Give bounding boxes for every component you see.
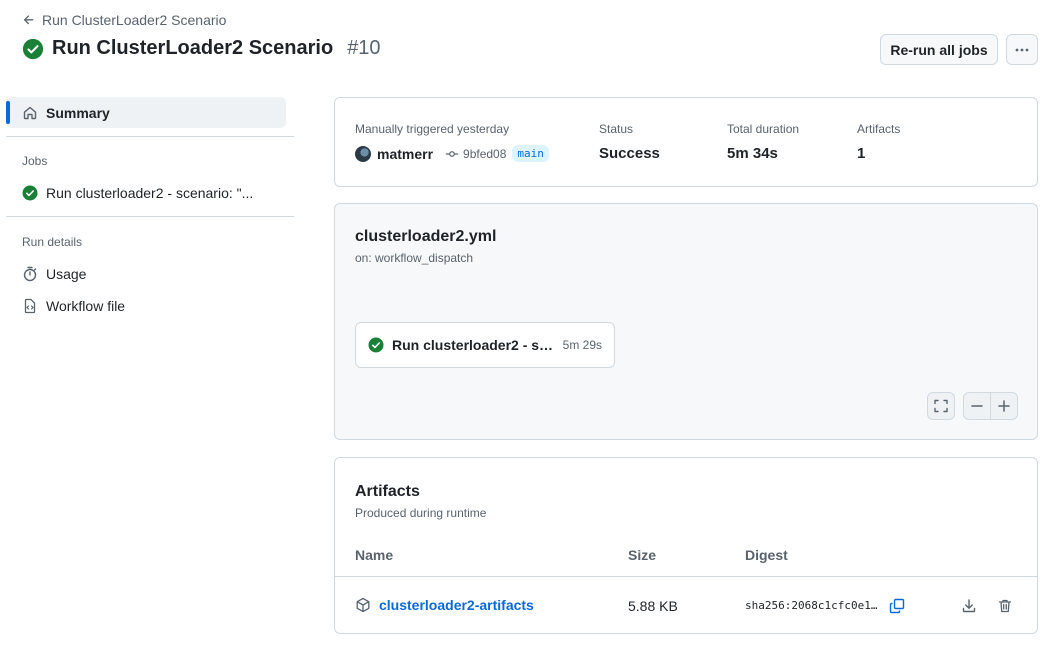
sidebar-item-usage[interactable]: Usage <box>22 266 86 282</box>
run-number: #10 <box>347 37 381 59</box>
duration-value: 5m 34s <box>727 145 778 162</box>
artifacts-count-value: 1 <box>857 145 866 162</box>
git-commit-icon <box>445 150 459 157</box>
copy-digest-button[interactable] <box>886 595 908 617</box>
stopwatch-icon <box>23 266 37 282</box>
column-header-size: Size <box>628 547 657 563</box>
success-check-icon <box>22 185 38 201</box>
copy-icon <box>889 598 905 614</box>
page-title: Run ClusterLoader2 Scenario <box>52 37 334 59</box>
trigger-info: matmerr 9bfed08 main <box>355 145 549 162</box>
artifacts-subtitle: Produced during runtime <box>355 506 487 520</box>
file-code-icon <box>24 298 36 314</box>
screen-full-icon <box>934 399 948 413</box>
workflow-file-name: clusterloader2.yml <box>355 228 497 245</box>
more-options-button[interactable] <box>1006 34 1038 65</box>
sidebar-item-label: Summary <box>46 104 110 121</box>
jobs-heading: Jobs <box>22 154 48 168</box>
sidebar-divider <box>6 136 294 137</box>
commit-link[interactable]: 9bfed08 <box>445 147 506 161</box>
success-check-icon <box>368 337 384 353</box>
sidebar-item-label: Workflow file <box>46 298 126 314</box>
status-label: Status <box>599 122 634 136</box>
job-node[interactable]: Run clusterloader2 - sce... 5m 29s <box>355 322 615 368</box>
sidebar-divider <box>6 216 294 217</box>
trigger-label: Manually triggered yesterday <box>355 122 510 136</box>
artifacts-title: Artifacts <box>355 483 420 500</box>
download-artifact-button[interactable] <box>958 595 980 617</box>
page-title-row: Run ClusterLoader2 Scenario #10 <box>22 37 381 60</box>
plus-icon <box>998 400 1010 412</box>
package-icon <box>356 597 370 613</box>
back-link-label: Run ClusterLoader2 Scenario <box>42 12 227 28</box>
duration-label: Total duration <box>727 122 800 136</box>
workflow-trigger: on: workflow_dispatch <box>355 251 474 265</box>
artifact-digest: sha256:2068c1cfc0e1… <box>745 599 878 612</box>
run-details-heading: Run details <box>22 235 83 249</box>
table-divider <box>335 576 1037 577</box>
fullscreen-button[interactable] <box>927 392 955 420</box>
kebab-horizontal-icon <box>1015 48 1029 51</box>
sidebar-item-workflow-file[interactable]: Workflow file <box>22 298 125 314</box>
zoom-in-button[interactable] <box>990 392 1018 420</box>
branch-badge[interactable]: main <box>512 145 549 162</box>
back-link[interactable]: Run ClusterLoader2 Scenario <box>22 12 226 28</box>
commit-sha: 9bfed08 <box>463 146 507 161</box>
workflow-graph-card: clusterloader2.yml on: workflow_dispatch… <box>334 203 1038 440</box>
sidebar-item-label: Usage <box>46 266 87 282</box>
success-check-icon <box>22 38 44 59</box>
sidebar-item-summary[interactable]: Summary <box>6 97 286 128</box>
trash-icon <box>998 599 1012 613</box>
sidebar-item-label: Run clusterloader2 - scenario: "... <box>46 185 254 201</box>
delete-artifact-button[interactable] <box>994 595 1016 617</box>
job-node-duration: 5m 29s <box>562 338 602 352</box>
actor-name[interactable]: matmerr <box>377 146 433 162</box>
sidebar-item-job[interactable]: Run clusterloader2 - scenario: "... <box>22 185 253 201</box>
arrow-left-icon <box>23 15 34 25</box>
column-header-digest: Digest <box>745 547 788 563</box>
zoom-out-button[interactable] <box>963 392 991 420</box>
status-value: Success <box>599 145 660 162</box>
download-icon <box>962 599 976 613</box>
home-icon <box>23 106 37 119</box>
artifact-size: 5.88 KB <box>628 598 678 614</box>
artifacts-card: Artifacts Produced during runtime Name S… <box>334 457 1038 634</box>
avatar[interactable] <box>355 145 371 162</box>
run-summary-card: Manually triggered yesterday matmerr 9bf… <box>334 97 1038 187</box>
artifact-name: clusterloader2-artifacts <box>379 597 534 613</box>
dash-icon <box>971 405 983 407</box>
job-node-name: Run clusterloader2 - sce... <box>392 337 555 353</box>
rerun-all-jobs-button[interactable]: Re-run all jobs <box>880 34 998 65</box>
artifacts-count-label: Artifacts <box>857 122 901 136</box>
artifact-link[interactable]: clusterloader2-artifacts <box>355 597 534 613</box>
column-header-name: Name <box>355 547 394 563</box>
